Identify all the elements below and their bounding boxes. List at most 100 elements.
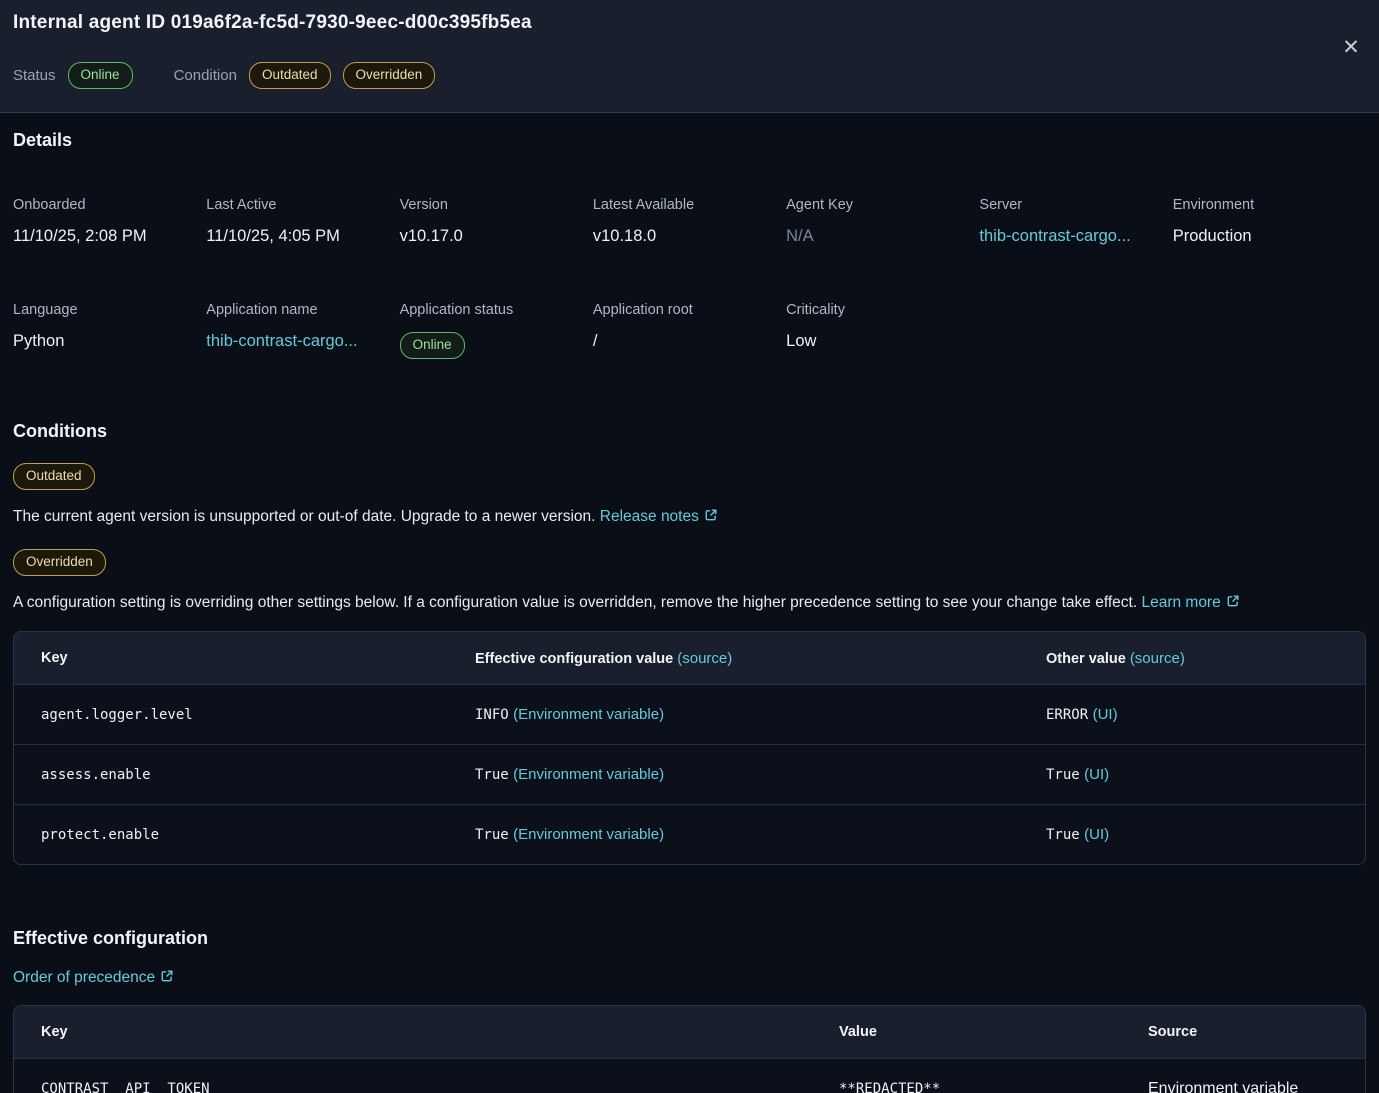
detail-value: N/A	[786, 227, 979, 246]
config-key: assess.enable	[14, 767, 448, 783]
detail-label: Version	[400, 197, 593, 213]
modal-body: Details Onboarded 11/10/25, 2:08 PM Last…	[0, 130, 1379, 1093]
detail-field-latest-available: Latest Available v10.18.0	[593, 197, 786, 246]
detail-value: v10.17.0	[400, 227, 593, 246]
table-row: assess.enable True (Environment variable…	[14, 744, 1365, 804]
column-header-key: Key	[14, 1024, 812, 1040]
detail-label: Agent Key	[786, 197, 979, 213]
overridden-description: A configuration setting is overriding ot…	[13, 593, 1366, 614]
detail-label: Application root	[593, 302, 786, 318]
outdated-description: The current agent version is unsupported…	[13, 507, 1366, 528]
detail-value: v10.18.0	[593, 227, 786, 246]
config-source: Environment variable	[1121, 1080, 1365, 1093]
detail-value: /	[593, 332, 786, 351]
overridden-badge-row: Overridden	[13, 549, 1366, 576]
effective-configuration-table: Key Value Source CONTRAST__API__TOKEN **…	[13, 1005, 1366, 1093]
detail-label: Application status	[400, 302, 593, 318]
config-key: CONTRAST__API__TOKEN	[14, 1081, 812, 1093]
table-row: CONTRAST__API__TOKEN **REDACTED** Enviro…	[14, 1058, 1365, 1093]
column-header-effective-value: Effective configuration value (source)	[448, 650, 1019, 667]
detail-label: Onboarded	[13, 197, 206, 213]
detail-value: 11/10/25, 2:08 PM	[13, 227, 206, 246]
effective-value-cell: INFO (Environment variable)	[448, 706, 1019, 724]
effective-value-cell: True (Environment variable)	[448, 766, 1019, 784]
other-value-cell: True (UI)	[1019, 766, 1365, 784]
external-link-icon	[160, 969, 174, 988]
detail-field-language: Language Python	[13, 302, 206, 359]
release-notes-link[interactable]: Release notes	[600, 508, 718, 525]
detail-field-agent-key: Agent Key N/A	[786, 197, 979, 246]
detail-field-version: Version v10.17.0	[400, 197, 593, 246]
detail-value: Python	[13, 332, 206, 351]
source-link[interactable]: (source)	[1130, 650, 1185, 667]
effective-source-link[interactable]: (Environment variable)	[513, 706, 664, 723]
agent-detail-modal: Internal agent ID 019a6f2a-fc5d-7930-9ee…	[0, 0, 1379, 1093]
server-link[interactable]: thib-contrast-cargo...	[979, 227, 1130, 245]
details-grid-row2: Language Python Application name thib-co…	[13, 302, 1366, 359]
condition-badge-overridden: Overridden	[343, 62, 436, 89]
detail-label: Application name	[206, 302, 399, 318]
external-link-icon	[1226, 594, 1240, 614]
column-header-key: Key	[14, 650, 448, 666]
detail-label: Server	[979, 197, 1172, 213]
column-header-other-value: Other value (source)	[1019, 650, 1365, 667]
conditions-heading: Conditions	[13, 421, 1366, 442]
other-value-cell: True (UI)	[1019, 826, 1365, 844]
overridden-text: A configuration setting is overriding ot…	[13, 594, 1141, 611]
source-link[interactable]: (source)	[677, 650, 732, 667]
effective-configuration-heading: Effective configuration	[13, 928, 1366, 949]
status-label: Status	[13, 67, 56, 84]
detail-field-environment: Environment Production	[1173, 197, 1366, 246]
table-header-row: Key Effective configuration value (sourc…	[14, 632, 1365, 684]
other-value-cell: ERROR (UI)	[1019, 706, 1365, 724]
detail-value: Low	[786, 332, 979, 351]
other-source-link[interactable]: (UI)	[1093, 706, 1118, 723]
condition-label: Condition	[174, 67, 237, 84]
detail-label: Last Active	[206, 197, 399, 213]
detail-field-onboarded: Onboarded 11/10/25, 2:08 PM	[13, 197, 206, 246]
close-icon[interactable]: ✕	[1337, 34, 1365, 62]
overridden-badge: Overridden	[13, 549, 106, 576]
detail-value: 11/10/25, 4:05 PM	[206, 227, 399, 246]
details-heading: Details	[13, 130, 1366, 151]
other-source-link[interactable]: (UI)	[1084, 766, 1109, 783]
overridden-config-table: Key Effective configuration value (sourc…	[13, 631, 1366, 865]
effective-source-link[interactable]: (Environment variable)	[513, 766, 664, 783]
modal-header: Internal agent ID 019a6f2a-fc5d-7930-9ee…	[0, 0, 1379, 113]
detail-field-application-name: Application name thib-contrast-cargo...	[206, 302, 399, 359]
detail-field-application-root: Application root /	[593, 302, 786, 359]
status-row: Status Online Condition Outdated Overrid…	[13, 62, 1363, 89]
table-header-row: Key Value Source	[14, 1006, 1365, 1058]
detail-label: Environment	[1173, 197, 1366, 213]
external-link-icon	[704, 508, 718, 528]
outdated-text: The current agent version is unsupported…	[13, 508, 600, 525]
other-source-link[interactable]: (UI)	[1084, 826, 1109, 843]
condition-badge-outdated: Outdated	[249, 62, 331, 89]
config-key: protect.enable	[14, 827, 448, 843]
config-value: **REDACTED**	[812, 1081, 1121, 1093]
column-header-source: Source	[1121, 1024, 1365, 1040]
detail-label: Language	[13, 302, 206, 318]
details-grid-row1: Onboarded 11/10/25, 2:08 PM Last Active …	[13, 197, 1366, 246]
detail-label: Criticality	[786, 302, 979, 318]
application-status-badge: Online	[400, 332, 465, 359]
effective-source-link[interactable]: (Environment variable)	[513, 826, 664, 843]
effective-value-cell: True (Environment variable)	[448, 826, 1019, 844]
config-key: agent.logger.level	[14, 707, 448, 723]
detail-field-server: Server thib-contrast-cargo...	[979, 197, 1172, 246]
learn-more-link[interactable]: Learn more	[1141, 594, 1239, 611]
table-row: agent.logger.level INFO (Environment var…	[14, 684, 1365, 744]
page-title: Internal agent ID 019a6f2a-fc5d-7930-9ee…	[13, 12, 1363, 34]
detail-label: Latest Available	[593, 197, 786, 213]
order-of-precedence-link[interactable]: Order of precedence	[13, 969, 174, 988]
outdated-badge-row: Outdated	[13, 463, 1366, 490]
status-badge: Online	[68, 62, 133, 89]
table-row: protect.enable True (Environment variabl…	[14, 804, 1365, 864]
detail-field-criticality: Criticality Low	[786, 302, 979, 359]
outdated-badge: Outdated	[13, 463, 95, 490]
application-name-link[interactable]: thib-contrast-cargo...	[206, 332, 357, 350]
detail-field-last-active: Last Active 11/10/25, 4:05 PM	[206, 197, 399, 246]
detail-value: Production	[1173, 227, 1366, 246]
detail-field-application-status: Application status Online	[400, 302, 593, 359]
column-header-value: Value	[812, 1024, 1121, 1040]
